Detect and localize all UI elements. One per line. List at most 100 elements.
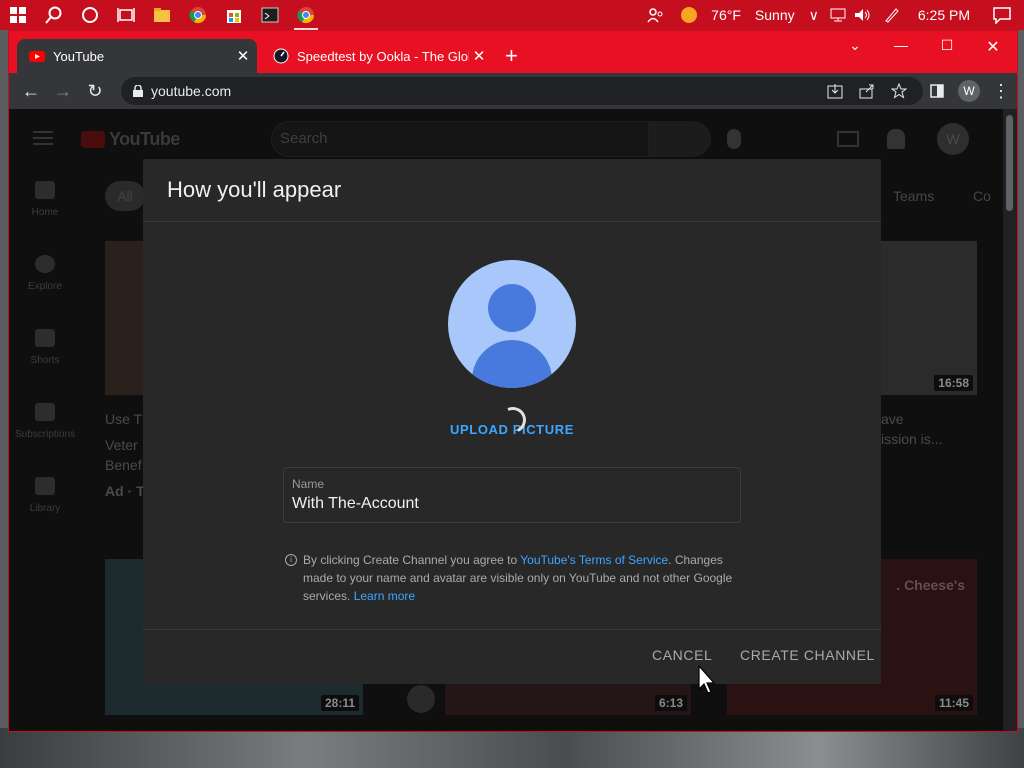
video-title[interactable]: ave bbox=[881, 409, 904, 429]
youtube-favicon-icon bbox=[29, 51, 45, 62]
chrome-taskbar-button[interactable] bbox=[180, 0, 216, 30]
create-channel-dialog: How you'll appear UPLOAD PICTURE Name i … bbox=[143, 159, 881, 684]
people-icon[interactable] bbox=[646, 6, 664, 24]
side-panel-button[interactable] bbox=[921, 73, 953, 109]
browser-toolbar: ← → ↻ youtube.com W ⋮ bbox=[9, 73, 1017, 109]
subscriptions-icon bbox=[35, 403, 55, 421]
sun-weather-icon[interactable] bbox=[680, 6, 698, 24]
terms-of-service-link[interactable]: YouTube's Terms of Service bbox=[520, 553, 668, 567]
url-text[interactable]: youtube.com bbox=[151, 83, 231, 99]
name-field-label: Name bbox=[292, 477, 325, 491]
nav-shorts[interactable]: Shorts bbox=[9, 329, 81, 366]
profile-avatar: W bbox=[958, 80, 980, 102]
chrome-icon bbox=[297, 7, 315, 24]
back-arrow-icon[interactable]: ← bbox=[15, 75, 47, 107]
video-duration: 6:13 bbox=[654, 695, 687, 711]
install-app-icon[interactable] bbox=[827, 83, 843, 99]
system-tray: 76°F Sunny ∨ 6:25 PM bbox=[646, 0, 1024, 30]
chip-teams[interactable]: Teams bbox=[893, 181, 934, 211]
name-input[interactable] bbox=[292, 495, 722, 513]
reload-icon[interactable]: ↻ bbox=[79, 75, 111, 107]
speedtest-favicon-icon bbox=[273, 48, 289, 64]
youtube-logo[interactable]: YouTube bbox=[81, 129, 180, 150]
youtube-search-input[interactable]: Search bbox=[271, 121, 649, 157]
home-icon bbox=[35, 181, 55, 199]
side-panel-icon bbox=[930, 84, 944, 98]
library-icon bbox=[35, 477, 55, 495]
tab-youtube[interactable]: YouTube ✕ bbox=[17, 39, 257, 73]
dialog-actions: CANCEL CREATE CHANNEL bbox=[143, 629, 881, 684]
video-thumbnail[interactable]: 16:58 bbox=[881, 241, 977, 395]
create-video-icon[interactable] bbox=[837, 131, 859, 147]
desktop-wallpaper bbox=[0, 728, 1024, 768]
tab-search-chevron-icon[interactable]: ⌄ bbox=[835, 37, 875, 54]
cortana-circle-icon bbox=[82, 7, 98, 23]
terms-notice: i By clicking Create Channel you agree t… bbox=[283, 551, 743, 605]
pen-workspace-icon[interactable] bbox=[884, 7, 900, 23]
youtube-search-button[interactable] bbox=[649, 121, 711, 157]
close-tab-icon[interactable]: ✕ bbox=[469, 47, 489, 65]
maximize-icon[interactable]: ☐ bbox=[927, 37, 967, 54]
channel-avatar[interactable] bbox=[407, 685, 435, 713]
notifications-bell-icon[interactable] bbox=[887, 129, 905, 149]
chrome-active-taskbar-button[interactable] bbox=[288, 0, 324, 30]
lock-icon[interactable] bbox=[133, 85, 143, 97]
tab-speedtest[interactable]: Speedtest by Ookla - The Global ✕ bbox=[261, 39, 493, 73]
weather-temperature[interactable]: 76°F bbox=[711, 7, 741, 23]
hamburger-menu-icon[interactable] bbox=[33, 131, 53, 145]
terminal-taskbar-button[interactable] bbox=[252, 0, 288, 30]
video-duration: 11:45 bbox=[934, 695, 973, 711]
video-meta: Veter bbox=[105, 437, 138, 453]
thumbnail-caption: . Cheese's bbox=[896, 577, 965, 593]
new-tab-plus-icon[interactable]: + bbox=[505, 45, 518, 67]
forward-arrow-icon[interactable]: → bbox=[47, 75, 79, 107]
video-title[interactable]: ission is... bbox=[881, 429, 942, 449]
terms-text: By clicking Create Channel you agree to … bbox=[303, 553, 733, 603]
search-button[interactable] bbox=[36, 0, 72, 30]
youtube-account-avatar[interactable]: W bbox=[937, 123, 969, 155]
create-channel-button[interactable]: CREATE CHANNEL bbox=[740, 647, 875, 663]
weather-condition[interactable]: Sunny bbox=[755, 7, 795, 23]
store-taskbar-button[interactable] bbox=[216, 0, 252, 30]
notification-center-icon[interactable] bbox=[992, 6, 1012, 24]
profile-button[interactable]: W bbox=[953, 73, 985, 109]
bookmark-star-icon[interactable] bbox=[891, 83, 907, 99]
cortana-button[interactable] bbox=[72, 0, 108, 30]
volume-icon[interactable] bbox=[854, 8, 872, 22]
name-field[interactable]: Name bbox=[283, 467, 741, 523]
info-icon: i bbox=[285, 554, 297, 566]
nav-home[interactable]: Home bbox=[9, 181, 81, 218]
video-duration: 28:11 bbox=[320, 695, 359, 711]
nav-subscriptions[interactable]: Subscriptions bbox=[9, 403, 81, 440]
task-view-button[interactable] bbox=[108, 0, 144, 30]
learn-more-link[interactable]: Learn more bbox=[354, 589, 415, 603]
nav-library[interactable]: Library bbox=[9, 477, 81, 514]
share-icon[interactable] bbox=[859, 83, 875, 99]
chip-all[interactable]: All bbox=[105, 181, 145, 211]
tab-title: YouTube bbox=[53, 48, 105, 64]
nav-explore[interactable]: Explore bbox=[9, 255, 81, 292]
windows-taskbar: 76°F Sunny ∨ 6:25 PM bbox=[0, 0, 1024, 30]
shorts-icon bbox=[35, 329, 55, 347]
chevron-up-icon[interactable]: ∨ bbox=[809, 7, 819, 24]
microphone-icon[interactable] bbox=[727, 129, 741, 149]
file-explorer-button[interactable] bbox=[144, 0, 180, 30]
dialog-title: How you'll appear bbox=[143, 159, 881, 222]
windows-logo-icon bbox=[10, 7, 26, 23]
ad-badge: Ad · T bbox=[105, 483, 145, 499]
network-icon[interactable] bbox=[830, 8, 846, 22]
chip-co[interactable]: Co bbox=[973, 181, 991, 211]
page-scrollbar[interactable] bbox=[1003, 109, 1017, 731]
default-avatar-image[interactable] bbox=[448, 260, 576, 388]
close-window-icon[interactable]: ✕ bbox=[973, 37, 1013, 57]
cancel-button[interactable]: CANCEL bbox=[652, 647, 712, 663]
clock-time[interactable]: 6:25 PM bbox=[918, 7, 970, 23]
address-bar[interactable]: youtube.com bbox=[121, 77, 923, 105]
tab-strip: YouTube ✕ Speedtest by Ookla - The Globa… bbox=[9, 31, 1017, 73]
kebab-menu-icon[interactable]: ⋮ bbox=[985, 73, 1017, 109]
start-button[interactable] bbox=[0, 0, 36, 30]
minimize-icon[interactable]: — bbox=[881, 37, 921, 53]
scrollbar-thumb[interactable] bbox=[1006, 115, 1013, 211]
close-tab-icon[interactable]: ✕ bbox=[233, 47, 253, 65]
terminal-icon bbox=[261, 7, 279, 23]
